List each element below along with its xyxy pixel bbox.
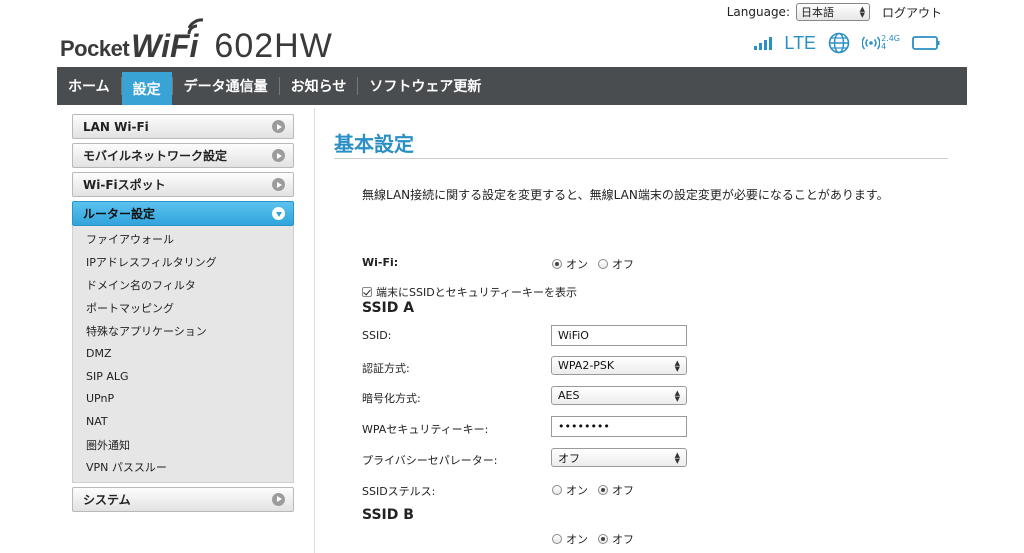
wifi-wave-icon: [187, 18, 204, 35]
sidebar-item-mobile-network[interactable]: モバイルネットワーク設定: [72, 143, 294, 168]
encryption-label: 暗号化方式:: [362, 392, 421, 405]
show-key-checkbox[interactable]: [362, 287, 372, 297]
chevron-right-icon: [272, 149, 285, 162]
logout-link[interactable]: ログアウト: [882, 4, 942, 21]
select-arrows-icon: ▲ ▼: [674, 388, 680, 403]
ssid-b-on-radio[interactable]: [552, 534, 562, 544]
signal-strength-icon: [754, 37, 773, 50]
select-arrows-icon: ▲ ▼: [859, 5, 865, 19]
sidebar-item-system[interactable]: システム: [72, 486, 294, 512]
sidebar-item-lan-wifi[interactable]: LAN Wi-Fi: [72, 114, 294, 139]
sidebar-item-label: LAN Wi-Fi: [83, 119, 149, 134]
model-name: 602HW: [214, 27, 333, 65]
show-key-option: 端末にSSIDとセキュリティーキーを表示: [362, 284, 577, 300]
sidebar-item-label: ルーター設定: [83, 207, 156, 221]
globe-icon: [828, 32, 850, 54]
show-key-label: 端末にSSIDとセキュリティーキーを表示: [376, 286, 578, 299]
chevron-right-icon: [272, 492, 285, 506]
content-divider: [314, 108, 315, 553]
language-label: Language:: [726, 5, 790, 19]
ssid-b-on-label: オン: [566, 533, 588, 546]
submenu-sip-alg[interactable]: SIP ALG: [73, 365, 293, 388]
title-rule: [334, 158, 948, 159]
nav-notices[interactable]: お知らせ: [280, 67, 358, 105]
submenu-upnp[interactable]: UPnP: [73, 388, 293, 411]
ssid-stealth-toggle: オン オフ: [552, 482, 634, 498]
ssid-input[interactable]: WiFiO: [551, 325, 687, 346]
chevron-right-icon: [272, 120, 285, 133]
sidebar-item-wifi-spot[interactable]: Wi-Fiスポット: [72, 172, 294, 197]
submenu-ip-filter[interactable]: IPアドレスフィルタリング: [73, 251, 293, 274]
encryption-select[interactable]: AES ▲ ▼: [551, 386, 687, 405]
network-type: LTE: [784, 32, 817, 53]
stealth-off-label: オフ: [612, 484, 634, 497]
wpa-key-label: WPAセキュリティーキー:: [362, 423, 489, 436]
nav-home[interactable]: ホーム: [57, 67, 121, 105]
brand-pocket-text: Pocket: [60, 36, 130, 61]
submenu-out-of-range[interactable]: 圏外通知: [73, 433, 293, 456]
auth-select[interactable]: WPA2-PSK ▲ ▼: [551, 356, 687, 375]
main-nav: ホーム 設定 データ通信量 お知らせ ソフトウェア更新: [57, 67, 967, 105]
chevron-right-icon: [272, 178, 285, 191]
settings-notice: 無線LAN接続に関する設定を変更すると、無線LAN端末の設定変更が必要になること…: [362, 188, 889, 202]
wifi-status: 2.4G 4: [862, 35, 900, 51]
submenu-dmz[interactable]: DMZ: [73, 342, 293, 365]
submenu-firewall[interactable]: ファイアウォール: [73, 228, 293, 251]
battery-icon: [912, 36, 940, 50]
nav-settings[interactable]: 設定: [121, 72, 172, 105]
ssid-label: SSID:: [362, 329, 392, 342]
status-icons: LTE 2.4G 4: [754, 32, 940, 54]
router-admin-page: Language: 日本語 ▲ ▼ ログアウト Pocket WiFi 602HW…: [0, 0, 1024, 553]
ssid-a-heading: SSID A: [362, 300, 415, 316]
submenu-special-apps[interactable]: 特殊なアプリケーション: [73, 319, 293, 342]
submenu-vpn-passthrough[interactable]: VPN パススルー: [73, 456, 293, 479]
sidebar-item-label: システム: [83, 492, 131, 507]
wifi-band: 2.4G 4: [881, 35, 900, 51]
sidebar: LAN Wi-Fi モバイルネットワーク設定 Wi-Fiスポット ルーター設定 …: [72, 114, 294, 516]
wifi-off-label: オフ: [612, 258, 634, 271]
chevron-down-icon: [272, 207, 285, 220]
wifi-label: Wi-Fi:: [362, 256, 399, 269]
privacy-separator-label: プライバシーセパレーター:: [362, 454, 498, 467]
stealth-on-label: オン: [566, 484, 588, 497]
nav-data-usage[interactable]: データ通信量: [173, 67, 279, 105]
submenu-domain-filter[interactable]: ドメイン名のフィルタ: [73, 274, 293, 297]
sidebar-item-router-settings[interactable]: ルーター設定: [72, 201, 294, 226]
ssid-b-off-label: オフ: [612, 533, 634, 546]
select-arrows-icon: ▲ ▼: [674, 358, 680, 373]
auth-label: 認証方式:: [362, 362, 410, 375]
language-select[interactable]: 日本語 ▲ ▼: [795, 3, 870, 21]
wifi-on-label: オン: [566, 258, 588, 271]
wifi-broadcast-icon: [862, 36, 881, 50]
ssid-b-off-radio[interactable]: [598, 534, 608, 544]
auth-value: WPA2-PSK: [558, 359, 615, 372]
brand-wifi-text: WiFi: [131, 18, 204, 62]
stealth-off-radio[interactable]: [598, 485, 608, 495]
router-submenu: ファイアウォール IPアドレスフィルタリング ドメイン名のフィルタ ポートマッピ…: [72, 226, 294, 483]
ssid-b-toggle: オン オフ: [552, 531, 634, 547]
language-bar: Language: 日本語 ▲ ▼ ログアウト: [727, 3, 942, 21]
submenu-nat[interactable]: NAT: [73, 410, 293, 433]
wpa-key-input[interactable]: ••••••••: [551, 416, 687, 437]
page-title: 基本設定: [334, 132, 414, 156]
privacy-separator-value: オフ: [558, 451, 580, 465]
brand-logo: Pocket WiFi 602HW: [60, 18, 333, 65]
ssid-stealth-label: SSIDステルス:: [362, 485, 436, 498]
language-value: 日本語: [800, 6, 834, 19]
encryption-value: AES: [558, 389, 580, 402]
nav-software-update[interactable]: ソフトウェア更新: [358, 67, 492, 105]
submenu-port-mapping[interactable]: ポートマッピング: [73, 296, 293, 319]
wifi-toggle: オン オフ: [552, 256, 634, 272]
stealth-on-radio[interactable]: [552, 485, 562, 495]
select-arrows-icon: ▲ ▼: [674, 450, 680, 465]
sidebar-item-label: モバイルネットワーク設定: [83, 149, 228, 163]
wifi-off-radio[interactable]: [598, 259, 608, 269]
sidebar-item-label: Wi-Fiスポット: [83, 178, 166, 192]
privacy-separator-select[interactable]: オフ ▲ ▼: [551, 448, 687, 467]
ssid-b-heading: SSID B: [362, 507, 414, 523]
wifi-on-radio[interactable]: [552, 259, 562, 269]
wifi-band-count: 4: [881, 42, 887, 51]
